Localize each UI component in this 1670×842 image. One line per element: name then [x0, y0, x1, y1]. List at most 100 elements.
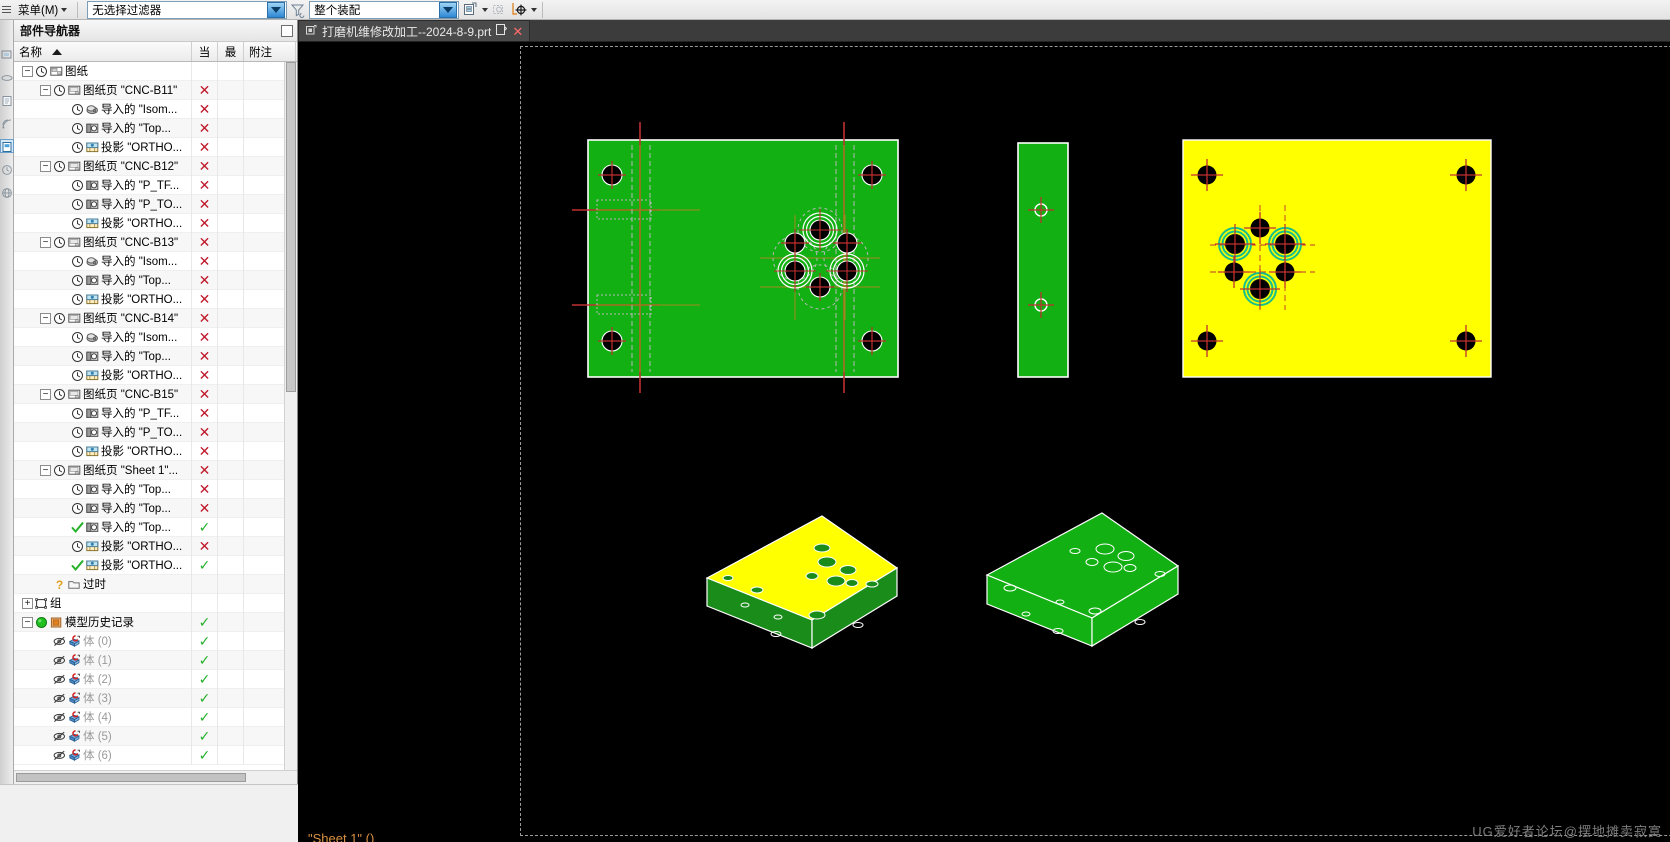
collapse-icon[interactable]: −: [40, 388, 51, 400]
column-header-current[interactable]: 当: [192, 42, 218, 61]
tree-row[interactable]: − 图纸: [14, 62, 297, 81]
selection-filter-dropdown-button[interactable]: [267, 1, 286, 18]
assembly-scope-dropdown-button[interactable]: [439, 1, 458, 18]
collapse-icon[interactable]: −: [40, 464, 51, 476]
tree-row[interactable]: − 图纸页 "CNC-B15" ✕: [14, 384, 297, 404]
web-browser-icon[interactable]: [1, 186, 13, 198]
graphics-viewport[interactable]: "Sheet 1" () UG爱好者论坛@摆地摊卖寂寞: [298, 42, 1670, 842]
tree-row-name-cell[interactable]: 体 (2): [14, 669, 192, 689]
tree-row-name-cell[interactable]: 导入的 "Isom...: [14, 99, 192, 119]
collapse-icon[interactable]: −: [40, 160, 51, 172]
tree-row-name-cell[interactable]: 导入的 "Top...: [14, 517, 192, 537]
tree-row-name-cell[interactable]: 体 (1): [14, 650, 192, 670]
filter-funnel-icon[interactable]: [289, 1, 307, 19]
tree-row[interactable]: 体 (6) ✓: [14, 745, 297, 765]
tree-row[interactable]: 导入的 "Isom... ✕: [14, 251, 297, 271]
tree-row-name-cell[interactable]: − 图纸页 "CNC-B11": [14, 80, 192, 100]
tree-row-name-cell[interactable]: 导入的 "Top...: [14, 498, 192, 518]
tree-row-name-cell[interactable]: 导入的 "Top...: [14, 118, 192, 138]
tree-row[interactable]: 投影 "ORTHO... ✕: [14, 441, 297, 461]
chevron-down-icon[interactable]: [531, 7, 538, 12]
dock-pin-button[interactable]: [281, 24, 293, 37]
reuse-library-icon[interactable]: [1, 117, 13, 129]
selection-filter-combo[interactable]: 无选择过滤器: [87, 0, 288, 19]
tree-horizontal-scroll-thumb[interactable]: [16, 773, 246, 782]
tree-row[interactable]: 投影 "ORTHO... ✕: [14, 289, 297, 309]
tree-row[interactable]: 投影 "ORTHO... ✕: [14, 536, 297, 556]
assembly-navigator-icon[interactable]: [1, 48, 13, 60]
tree-row[interactable]: 投影 "ORTHO... ✕: [14, 213, 297, 233]
tree-row-name-cell[interactable]: 投影 "ORTHO...: [14, 213, 192, 233]
tree-row[interactable]: 导入的 "Top... ✕: [14, 479, 297, 499]
tree-row[interactable]: 导入的 "Top... ✕: [14, 270, 297, 290]
tree-row[interactable]: − 图纸页 "CNC-B12" ✕: [14, 156, 297, 176]
tree-row[interactable]: 体 (3) ✓: [14, 688, 297, 708]
tree-horizontal-scrollbar[interactable]: [14, 770, 297, 784]
tree-row[interactable]: 导入的 "P_TO... ✕: [14, 422, 297, 442]
snap-point-icon[interactable]: [510, 1, 528, 19]
tree-row-name-cell[interactable]: 投影 "ORTHO...: [14, 289, 192, 309]
chevron-down-icon[interactable]: [482, 7, 489, 12]
tree-row-name-cell[interactable]: 投影 "ORTHO...: [14, 441, 192, 461]
part-navigator-tree[interactable]: − 图纸 − 图纸页 "CNC-B11" ✕ 导入的 "Isom... ✕ 导入的 "Top.…: [14, 62, 297, 770]
tree-row-name-cell[interactable]: − 图纸页 "CNC-B13": [14, 232, 192, 252]
tree-row-name-cell[interactable]: 体 (5): [14, 726, 192, 746]
tree-row[interactable]: 体 (1) ✓: [14, 650, 297, 670]
menu-button[interactable]: 菜单(M): [14, 1, 72, 19]
tree-row[interactable]: 导入的 "Isom... ✕: [14, 99, 297, 119]
tree-row[interactable]: 体 (2) ✓: [14, 669, 297, 689]
part-navigator-selected-icon[interactable]: [0, 139, 14, 153]
constraint-navigator-icon[interactable]: [1, 71, 13, 83]
collapse-icon[interactable]: −: [22, 65, 33, 77]
tree-row[interactable]: + 组: [14, 593, 297, 613]
collapse-icon[interactable]: −: [40, 84, 51, 96]
tree-row-name-cell[interactable]: 导入的 "P_TF...: [14, 403, 192, 423]
tree-row[interactable]: 导入的 "P_TF... ✕: [14, 175, 297, 195]
tree-row-name-cell[interactable]: 导入的 "Top...: [14, 346, 192, 366]
save-state-icon[interactable]: [496, 23, 508, 39]
tree-row[interactable]: ? 过时: [14, 574, 297, 594]
tree-row-name-cell[interactable]: 导入的 "Top...: [14, 270, 192, 290]
hamburger-icon[interactable]: [0, 1, 12, 19]
history-icon[interactable]: [1, 163, 13, 175]
tree-row-name-cell[interactable]: 体 (6): [14, 745, 192, 765]
tree-row-name-cell[interactable]: 投影 "ORTHO...: [14, 555, 192, 575]
selection-region-icon[interactable]: [490, 1, 508, 19]
part-navigator-icon[interactable]: [1, 94, 13, 106]
tree-row[interactable]: 导入的 "Top... ✕: [14, 118, 297, 138]
tree-row[interactable]: 导入的 "P_TF... ✕: [14, 403, 297, 423]
assembly-scope-combo[interactable]: 整个装配: [309, 0, 460, 19]
tree-row[interactable]: 投影 "ORTHO... ✕: [14, 137, 297, 157]
tree-row-name-cell[interactable]: − 图纸页 "CNC-B15": [14, 384, 192, 404]
tree-row-name-cell[interactable]: + 组: [14, 593, 192, 613]
tree-row[interactable]: 导入的 "P_TO... ✕: [14, 194, 297, 214]
tree-row[interactable]: 体 (0) ✓: [14, 631, 297, 651]
tree-row[interactable]: 导入的 "Top... ✓: [14, 517, 297, 537]
tree-row[interactable]: − 图纸页 "CNC-B14" ✕: [14, 308, 297, 328]
collapse-icon[interactable]: −: [40, 312, 51, 324]
tree-row-name-cell[interactable]: − 模型历史记录: [14, 612, 192, 632]
column-header-latest[interactable]: 最: [218, 42, 244, 61]
collapse-icon[interactable]: −: [40, 236, 51, 248]
tree-row-name-cell[interactable]: ? 过时: [14, 574, 192, 594]
tree-row-name-cell[interactable]: 体 (3): [14, 688, 192, 708]
collapse-icon[interactable]: −: [22, 616, 33, 628]
tree-row[interactable]: 投影 "ORTHO... ✓: [14, 555, 297, 575]
tree-row-name-cell[interactable]: 体 (0): [14, 631, 192, 651]
tree-row-name-cell[interactable]: 导入的 "Isom...: [14, 251, 192, 271]
tree-row-name-cell[interactable]: 导入的 "Isom...: [14, 327, 192, 347]
selection-window-icon[interactable]: [461, 1, 479, 19]
tree-vertical-scrollbar[interactable]: [284, 62, 297, 770]
close-tab-button[interactable]: ✕: [512, 25, 523, 38]
tree-row[interactable]: 体 (5) ✓: [14, 726, 297, 746]
tree-row[interactable]: 体 (4) ✓: [14, 707, 297, 727]
document-tab[interactable]: 打磨机维修改加工--2024-8-9.prt ✕: [298, 20, 531, 41]
tree-row[interactable]: 导入的 "Isom... ✕: [14, 327, 297, 347]
tree-row-name-cell[interactable]: − 图纸页 "CNC-B12": [14, 156, 192, 176]
tree-row-name-cell[interactable]: 导入的 "P_TO...: [14, 194, 192, 214]
tree-row-name-cell[interactable]: 导入的 "P_TF...: [14, 175, 192, 195]
tree-row-name-cell[interactable]: − 图纸页 "CNC-B14": [14, 308, 192, 328]
tree-row[interactable]: 导入的 "Top... ✕: [14, 346, 297, 366]
tree-row-name-cell[interactable]: 投影 "ORTHO...: [14, 536, 192, 556]
tree-row[interactable]: 导入的 "Top... ✕: [14, 498, 297, 518]
